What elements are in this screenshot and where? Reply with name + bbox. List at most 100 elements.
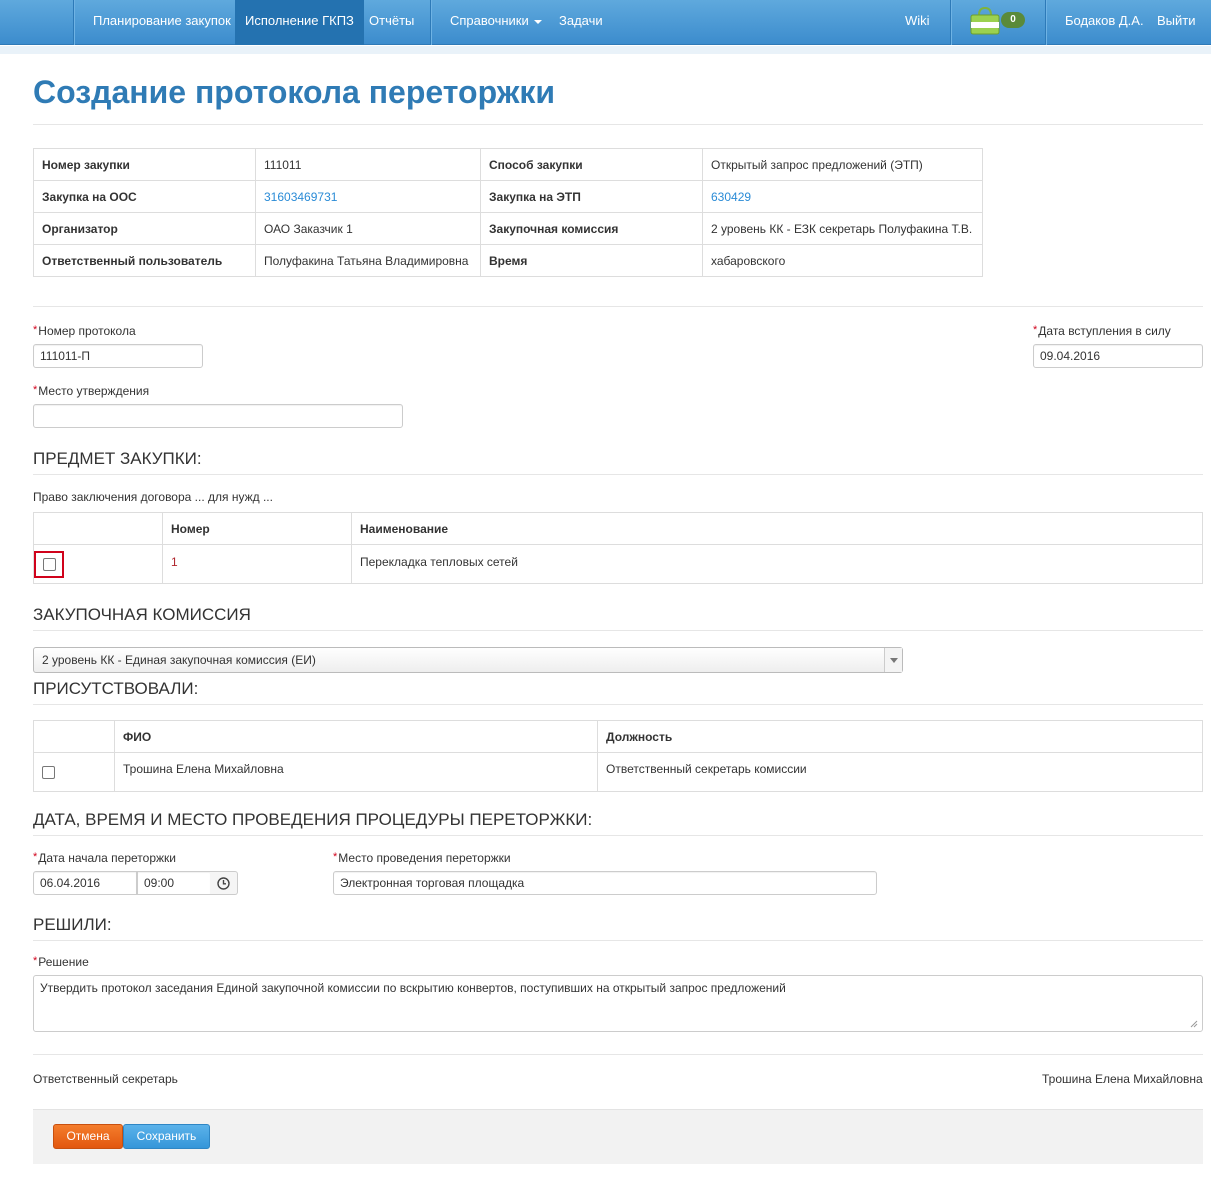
info-label: Время	[480, 244, 703, 277]
lot-name: Перекладка тепловых сетей	[351, 544, 1203, 584]
required-mark: *	[33, 851, 38, 863]
info-label: Способ закупки	[480, 148, 703, 181]
protocol-number-input[interactable]	[33, 344, 203, 368]
info-label: Организатор	[33, 212, 256, 245]
info-label: Закупка на ООС	[33, 180, 256, 213]
approval-place-label-text: Место утверждения	[38, 384, 150, 398]
select-cell	[33, 752, 115, 792]
subject-heading: ПРЕДМЕТ ЗАКУПКИ:	[33, 449, 202, 468]
page-title: Создание протокола переторжки	[33, 74, 556, 110]
decision-textarea[interactable]: Утвердить протокол заседания Единой заку…	[33, 975, 1203, 1032]
info-label: Закупка на ЭТП	[480, 180, 703, 213]
nav-item-directories[interactable]: Справочники	[450, 0, 542, 45]
commission-heading: ЗАКУПОЧНАЯ КОМИССИЯ	[33, 605, 251, 624]
info-value: 31603469731	[255, 180, 481, 213]
attended-table: ФИО Должность Трошина Елена Михайловна О…	[33, 720, 1203, 792]
oos-link[interactable]: 31603469731	[264, 190, 337, 204]
table-header-row: ФИО Должность	[33, 720, 1203, 753]
info-row: Ответственный пользователь Полуфакина Та…	[33, 244, 983, 277]
attendee-position: Ответственный секретарь комиссии	[597, 752, 1203, 792]
divider	[33, 474, 1203, 475]
nav-item-execution[interactable]: Исполнение ГКПЗ	[235, 0, 364, 45]
resize-grip-icon[interactable]	[1190, 1020, 1198, 1028]
nav-divider	[73, 0, 74, 45]
protocol-number-label-text: Номер протокола	[38, 324, 136, 338]
info-row: Организатор ОАО Заказчик 1 Закупочная ко…	[33, 212, 983, 245]
info-value: Полуфакина Татьяна Владимировна	[255, 244, 481, 277]
procurement-info-table: Номер закупки 111011 Способ закупки Откр…	[33, 148, 983, 277]
caret-down-icon	[533, 19, 542, 24]
column-header-number: Номер	[162, 512, 352, 545]
effective-date-label-text: Дата вступления в силу	[1038, 324, 1171, 338]
info-label: Номер закупки	[33, 148, 256, 181]
required-mark: *	[33, 384, 38, 396]
table-row: 1 Перекладка тепловых сетей	[33, 544, 1203, 584]
nav-item-directories-label: Справочники	[450, 13, 529, 28]
secretary-name: Трошина Елена Михайловна	[1042, 1072, 1203, 1086]
nav-divider	[950, 0, 951, 45]
subject-table: Номер Наименование 1 Перекладка тепловых…	[33, 512, 1203, 584]
navbar-shadow-strip	[0, 46, 1211, 54]
row-checkbox[interactable]	[42, 557, 56, 571]
rebid-heading: ДАТА, ВРЕМЯ И МЕСТО ПРОВЕДЕНИЯ ПРОЦЕДУРЫ…	[33, 810, 593, 829]
info-label: Ответственный пользователь	[33, 244, 256, 277]
approval-place-label: *Место утверждения	[33, 384, 149, 398]
nav-user-name[interactable]: Бодаков Д.А.	[1065, 0, 1144, 45]
info-value: 2 уровень КК - ЕЗК секретарь Полуфакина …	[702, 212, 983, 245]
decision-label-text: Решение	[38, 955, 89, 969]
attended-heading: ПРИСУТСТВОВАЛИ:	[33, 679, 199, 698]
column-header-fio: ФИО	[114, 720, 598, 753]
divider	[33, 940, 1203, 941]
required-mark: *	[333, 851, 338, 863]
rebid-start-date-input[interactable]	[33, 871, 137, 895]
rebid-place-label-text: Место проведения переторжки	[338, 851, 511, 865]
nav-item-tasks[interactable]: Задачи	[559, 0, 603, 45]
rebid-place-label: *Место проведения переторжки	[333, 851, 511, 865]
divider	[33, 124, 1203, 125]
nav-item-reports[interactable]: Отчёты	[369, 0, 414, 45]
required-mark: *	[33, 324, 38, 336]
rebid-place-input[interactable]	[333, 871, 877, 895]
logout-link[interactable]: Выйти	[1157, 0, 1196, 45]
commission-select[interactable]: 2 уровень КК - Единая закупочная комисси…	[33, 647, 903, 673]
clock-icon	[217, 877, 230, 890]
attendee-checkbox[interactable]	[42, 766, 55, 780]
effective-date-input[interactable]	[1033, 344, 1203, 368]
nav-item-wiki[interactable]: Wiki	[905, 0, 930, 45]
table-row: Трошина Елена Михайловна Ответственный с…	[33, 752, 1203, 792]
row-checkbox-highlight[interactable]	[34, 550, 64, 578]
nav-item-planning[interactable]: Планирование закупок	[93, 0, 231, 45]
top-navbar: Планирование закупок Исполнение ГКПЗ Отч…	[0, 0, 1211, 45]
time-picker-button[interactable]	[210, 871, 238, 895]
rebid-start-label: *Дата начала переторжки	[33, 851, 176, 865]
info-row: Номер закупки 111011 Способ закупки Откр…	[33, 148, 983, 181]
info-value: ОАО Заказчик 1	[255, 212, 481, 245]
info-label: Закупочная комиссия	[480, 212, 703, 245]
column-header-position: Должность	[597, 720, 1203, 753]
column-header-select	[33, 720, 115, 753]
rebid-start-label-text: Дата начала переторжки	[38, 851, 176, 865]
protocol-number-label: *Номер протокола	[33, 324, 136, 338]
etp-link[interactable]: 630429	[711, 190, 751, 204]
column-header-select	[33, 512, 163, 545]
subject-description: Право заключения договора ... для нужд .…	[33, 490, 273, 504]
lot-number[interactable]: 1	[162, 544, 352, 584]
approval-place-input[interactable]	[33, 404, 403, 428]
attendee-name: Трошина Елена Михайловна	[114, 752, 598, 792]
save-button[interactable]: Сохранить	[123, 1124, 210, 1149]
divider	[33, 306, 1203, 307]
info-value: 111011	[255, 148, 481, 181]
divider	[33, 835, 1203, 836]
cancel-button[interactable]: Отмена	[53, 1124, 123, 1149]
divider	[33, 704, 1203, 705]
select-cell	[33, 544, 163, 584]
effective-date-label: *Дата вступления в силу	[1033, 324, 1171, 338]
info-value: Открытый запрос предложений (ЭТП)	[702, 148, 983, 181]
chevron-down-icon[interactable]	[884, 648, 902, 672]
table-header-row: Номер Наименование	[33, 512, 1203, 545]
rebid-start-time-input[interactable]	[137, 871, 211, 895]
shopping-bag-icon[interactable]	[970, 7, 1000, 35]
cart-count-badge: 0	[1001, 12, 1025, 28]
divider	[33, 1054, 1203, 1055]
required-mark: *	[1033, 324, 1038, 336]
